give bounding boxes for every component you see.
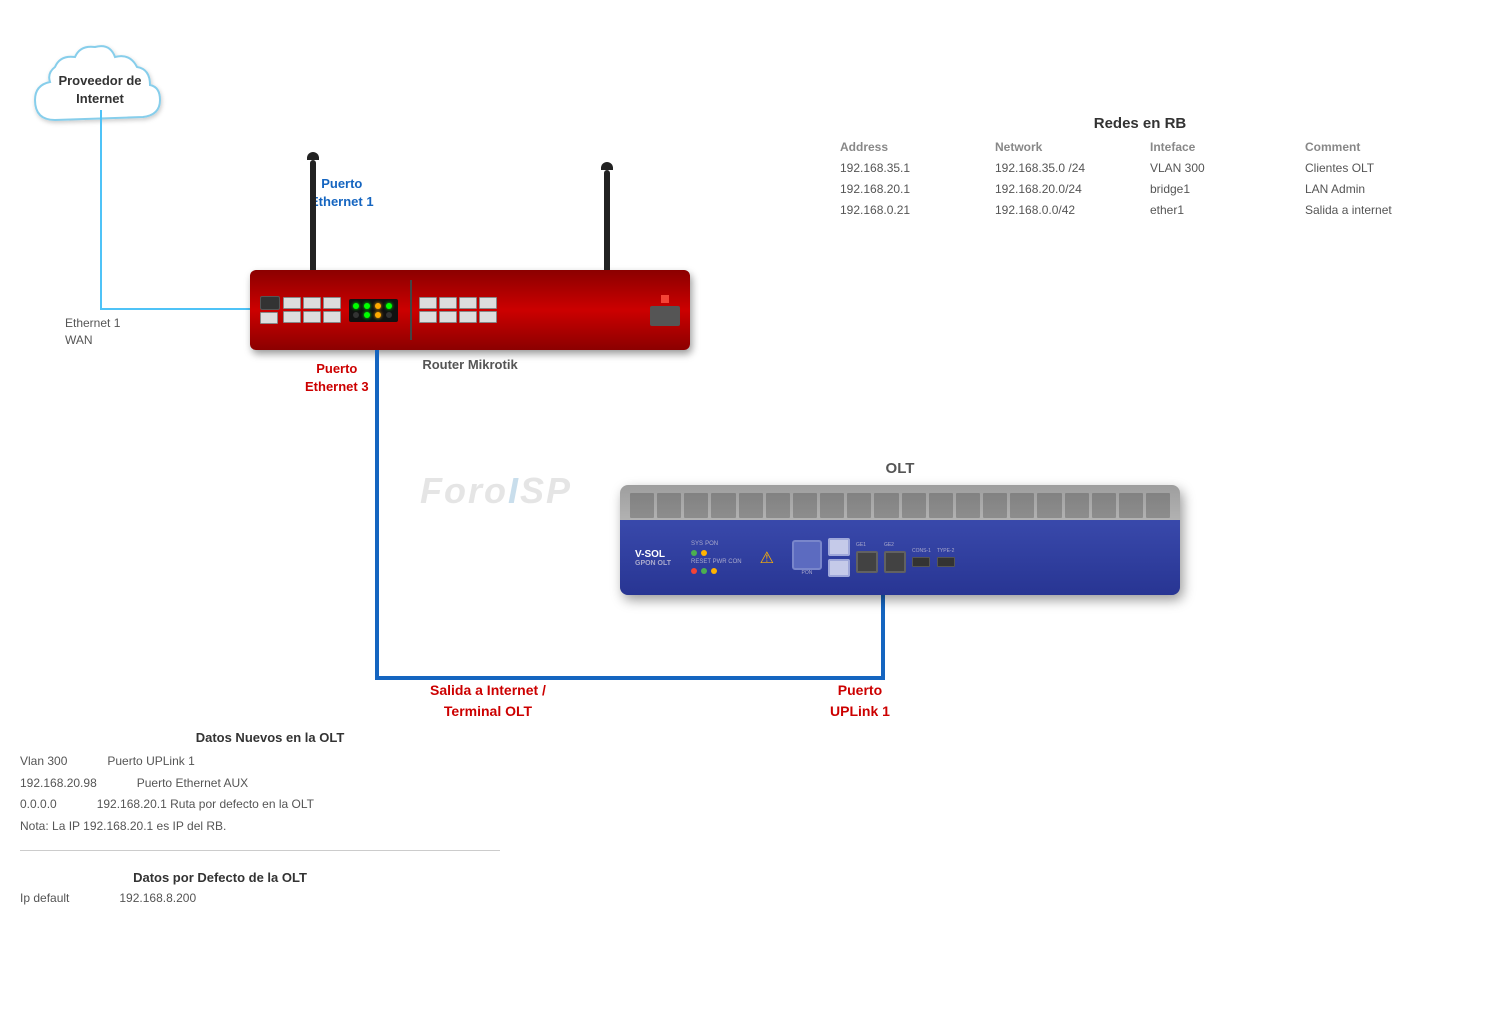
eth-port-12 [459, 311, 477, 323]
eth-port-7 [419, 297, 437, 309]
eth-port-14 [479, 311, 497, 323]
olt-ports-area: PON GE1 GE2 CONS-1 [792, 538, 955, 577]
led-2 [364, 303, 370, 309]
redes-row3-interface: ether1 [1150, 201, 1285, 220]
redes-row2-network: 192.168.20.0/24 [995, 180, 1130, 199]
redes-table: Redes en RB Address Network Inteface Com… [840, 115, 1440, 221]
redes-table-title: Redes en RB [840, 115, 1440, 132]
redes-header-interface: Inteface [1150, 140, 1285, 157]
eth-port-2 [283, 311, 301, 323]
puerto-ethernet3-label: Puerto Ethernet 3 [305, 360, 369, 396]
antenna-left [310, 160, 316, 270]
eth-port-6 [323, 311, 341, 323]
redes-row1-interface: VLAN 300 [1150, 159, 1285, 178]
olt-led-sys [691, 550, 697, 556]
redes-row1-network: 192.168.35.0 /24 [995, 159, 1130, 178]
redes-row1-comment: Clientes OLT [1305, 159, 1440, 178]
ethernet1-wan-label: Ethernet 1 WAN [65, 315, 120, 349]
eth-port-4 [303, 311, 321, 323]
eth-port-8 [419, 311, 437, 323]
eth-port-9 [439, 297, 457, 309]
redes-row3-network: 192.168.0.0/42 [995, 201, 1130, 220]
olt-led-pwr [701, 568, 707, 574]
datos-defecto-section: Datos por Defecto de la OLT Ip default 1… [20, 870, 420, 905]
puerto-uplink1-label: Puerto UPLink 1 [830, 680, 890, 722]
redes-header-comment: Comment [1305, 140, 1440, 157]
puerto-ethernet1-label: Puerto Ethernet 1 [310, 175, 374, 211]
router-label: Router Mikrotik [422, 357, 517, 372]
cable-vertical-1 [375, 350, 379, 680]
eth-port-10 [439, 311, 457, 323]
led-3 [375, 303, 381, 309]
antenna-right [604, 170, 610, 270]
datos-def-col1: 0.0.0.0 [20, 794, 57, 816]
datos-defecto-content: Ip default 192.168.8.200 [20, 891, 420, 905]
watermark-dot: I [508, 470, 520, 511]
warning-icon: ⚠ [760, 548, 774, 568]
olt-port-rj45-1 [828, 538, 850, 556]
redes-row2-interface: bridge1 [1150, 180, 1285, 199]
datos-ip-col1: 192.168.20.98 [20, 773, 97, 795]
cloud-label: Proveedor de Internet [45, 72, 155, 108]
separator-line [20, 850, 500, 851]
olt-container: OLT V-SOL GPON OLT SYSPON [620, 460, 1180, 595]
led-7 [375, 312, 381, 318]
router-body: Router Mikrotik [250, 270, 690, 350]
olt-led-reset [691, 568, 697, 574]
redes-header-address: Address [840, 140, 975, 157]
redes-header-network: Network [995, 140, 1130, 157]
datos-vlan-col1: Vlan 300 [20, 751, 67, 773]
redes-row2-comment: LAN Admin [1305, 180, 1440, 199]
watermark: ForoISP [420, 470, 572, 512]
eth-port-11 [459, 297, 477, 309]
olt-port-ge2 [884, 551, 906, 573]
datos-ip-col2: Puerto Ethernet AUX [137, 773, 248, 795]
datos-nuevos-content: Vlan 300 Puerto UPLink 1 192.168.20.98 P… [20, 751, 520, 837]
port-sfp2 [260, 312, 278, 324]
olt-title-label: OLT [620, 460, 1180, 477]
olt-port-ge1 [856, 551, 878, 573]
datos-defecto-title: Datos por Defecto de la OLT [20, 870, 420, 885]
redes-row2-address: 192.168.20.1 [840, 180, 975, 199]
datos-def-col2: 192.168.20.1 Ruta por defecto en la OLT [97, 794, 314, 816]
olt-brand: V-SOL GPON OLT [635, 549, 671, 567]
olt-front-panel: V-SOL GPON OLT SYSPON RESET PWR CON [620, 520, 1180, 595]
datos-defecto-col1: Ip default [20, 891, 69, 905]
datos-nuevos-title: Datos Nuevos en la OLT [20, 730, 520, 745]
olt-port-rj45-2 [828, 559, 850, 577]
salida-label: Salida a Internet / Terminal OLT [430, 680, 546, 722]
eth-port-13 [479, 297, 497, 309]
olt-grill [630, 493, 1170, 518]
datos-vlan-col2: Puerto UPLink 1 [107, 751, 194, 773]
olt-port-pon1 [792, 540, 822, 570]
redes-row3-comment: Salida a internet [1305, 201, 1440, 220]
eth1-wire-vertical [100, 110, 102, 310]
led-4 [386, 303, 392, 309]
led-6 [364, 312, 370, 318]
eth-port-1 [283, 297, 301, 309]
datos-nuevos-section: Datos Nuevos en la OLT Vlan 300 Puerto U… [20, 730, 520, 837]
olt-led-pon [701, 550, 707, 556]
olt-port-type2 [937, 557, 955, 567]
redes-grid: Address Network Inteface Comment 192.168… [840, 140, 1440, 221]
eth-port-3 [303, 297, 321, 309]
watermark-text-pre: Foro [420, 470, 508, 511]
olt-port-cons1 [912, 557, 930, 567]
sfp-port [260, 296, 280, 310]
led-1 [353, 303, 359, 309]
olt-led-con [711, 568, 717, 574]
redes-row1-address: 192.168.35.1 [840, 159, 975, 178]
redes-row3-address: 192.168.0.21 [840, 201, 975, 220]
eth-port-5 [323, 297, 341, 309]
led-8 [386, 312, 392, 318]
led-5 [353, 312, 359, 318]
datos-nota: Nota: La IP 192.168.20.1 es IP del RB. [20, 819, 226, 833]
olt-body: V-SOL GPON OLT SYSPON RESET PWR CON [620, 485, 1180, 595]
router-container: Router Mikrotik [250, 270, 690, 360]
datos-defecto-col2: 192.168.8.200 [119, 891, 196, 905]
watermark-text-post: SP [520, 470, 572, 511]
